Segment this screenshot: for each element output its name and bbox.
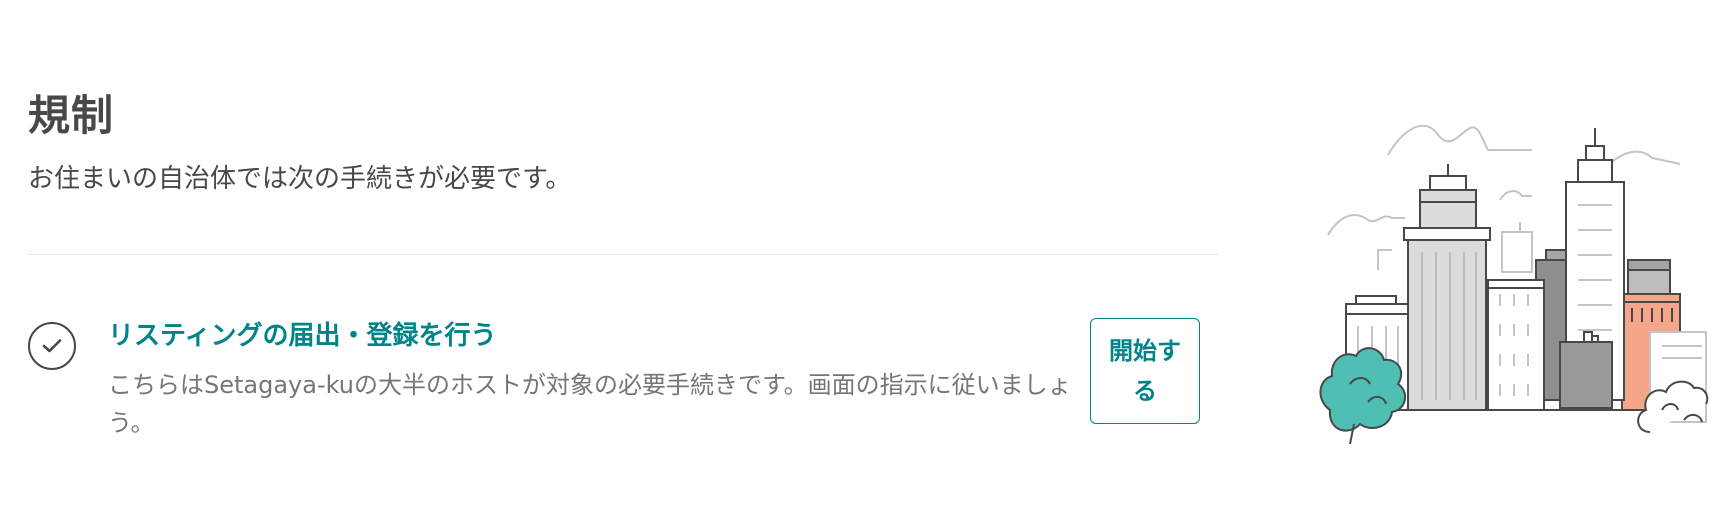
start-button[interactable]: 開始する xyxy=(1090,318,1200,424)
requirement-description: こちらはSetagaya-kuの大半のホストが対象の必要手続きです。画面の指示に… xyxy=(108,371,1072,437)
requirement-title: リスティングの届出・登録を行う xyxy=(108,321,497,351)
requirement-text: リスティングの届出・登録を行う こちらはSetagaya-kuの大半のホストが対… xyxy=(108,318,1098,442)
regulations-section: 規制 お住まいの自治体では次の手続きが必要です。 リスティングの届出・登録を行う… xyxy=(28,0,1218,510)
check-icon xyxy=(28,322,76,370)
divider xyxy=(28,254,1218,255)
section-title: 規制 xyxy=(28,91,115,140)
section-subtitle: お住まいの自治体では次の手続きが必要です。 xyxy=(28,164,572,194)
city-buildings-illustration xyxy=(1310,110,1710,460)
requirement-item: リスティングの届出・登録を行う こちらはSetagaya-kuの大半のホストが対… xyxy=(28,318,1218,448)
